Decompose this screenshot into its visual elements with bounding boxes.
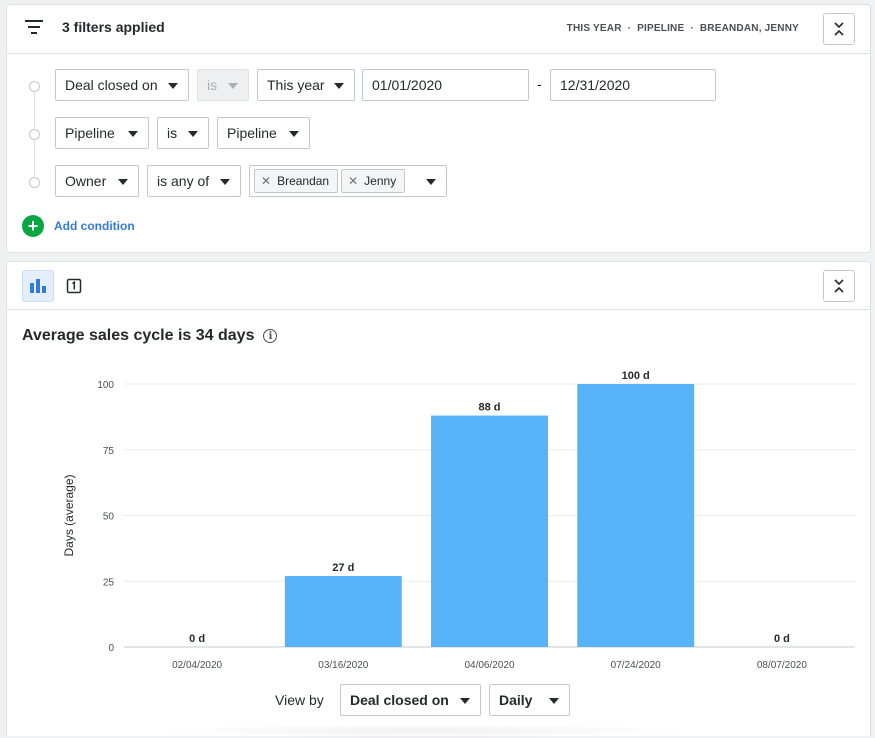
y-tick-label: 50 [103, 512, 115, 523]
y-tick-label: 75 [103, 446, 115, 457]
collapse-filters-button[interactable] [823, 13, 855, 45]
chevron-down-icon [334, 83, 344, 89]
chevron-down-icon [228, 83, 238, 89]
condition-dot [29, 177, 40, 188]
bar-data-label: 0 d [189, 633, 205, 645]
bar-data-label: 88 d [478, 402, 500, 414]
chevron-down-icon [220, 179, 230, 185]
single-number-icon [66, 278, 82, 294]
x-tick-label: 08/07/2020 [757, 660, 807, 671]
bar-chart: 0 25 50 75 100 Days (average) 0 d 02/04/2020 27 … [62, 370, 855, 671]
number-view-button[interactable] [58, 270, 90, 302]
filters-panel: Deal closed on is This year 01/01/2020 -… [6, 53, 871, 253]
filters-header: 3 filters applied THIS YEAR · PIPELINE · BRE… [6, 4, 871, 54]
owner-multiselect[interactable]: ✕ Breandan ✕ Jenny [249, 165, 447, 197]
y-tick-label: 25 [103, 577, 115, 588]
chart-toolbar [7, 262, 870, 310]
bar-data-label: 0 d [774, 633, 790, 645]
field-select-pipeline[interactable]: Pipeline [55, 117, 149, 149]
collapse-icon [834, 279, 844, 293]
view-by-label: View by [275, 692, 324, 708]
remove-chip-icon[interactable]: ✕ [348, 175, 358, 187]
summary-pipeline: PIPELINE [637, 23, 685, 34]
filters-summary: THIS YEAR · PIPELINE · BREANDAN, JENNY [566, 23, 799, 34]
report-chart-panel: Average sales cycle is 34 days i 0 25 50 75… [6, 261, 871, 738]
x-tick-label: 07/24/2020 [611, 660, 661, 671]
date-to-input[interactable]: 12/31/2020 [550, 69, 716, 101]
chart-title-text: Average sales cycle is 34 days [22, 327, 255, 344]
filter-icon [25, 20, 43, 36]
view-by-field-select[interactable]: Deal closed on [340, 684, 481, 716]
x-tick-label: 02/04/2020 [172, 660, 222, 671]
bar [284, 575, 402, 647]
y-axis-label: Days (average) [62, 474, 76, 556]
field-select-deal-closed[interactable]: Deal closed on [55, 69, 189, 101]
view-by-controls: View by Deal closed on Daily [7, 684, 870, 716]
bar-data-label: 100 d [622, 370, 650, 382]
date-range-separator: - [537, 76, 542, 92]
owner-chip-breandan: ✕ Breandan [254, 169, 339, 193]
operator-select-is[interactable]: is [157, 117, 209, 149]
chevron-down-icon [118, 179, 128, 185]
chevron-down-icon [128, 131, 138, 137]
operator-select-is-any-of[interactable]: is any of [147, 165, 241, 197]
chevron-down-icon [460, 698, 470, 704]
collapse-icon [834, 22, 844, 36]
plus-circle-icon: + [22, 215, 44, 237]
chevron-down-icon [188, 131, 198, 137]
condition-dot [29, 129, 40, 140]
chevron-down-icon [289, 131, 299, 137]
x-tick-label: 04/06/2020 [464, 660, 514, 671]
pipeline-value-select[interactable]: Pipeline [217, 117, 310, 149]
y-tick-label: 0 [108, 643, 114, 654]
collapse-chart-button[interactable] [823, 270, 855, 302]
condition-dot [29, 81, 40, 92]
y-tick-label: 100 [97, 380, 114, 391]
x-tick-label: 03/16/2020 [318, 660, 368, 671]
summary-owners: BREANDAN, JENNY [699, 23, 799, 34]
chevron-down-icon [168, 83, 178, 89]
add-condition-button[interactable]: + Add condition [22, 215, 135, 237]
add-condition-label: Add condition [54, 219, 135, 233]
bar [431, 415, 548, 647]
info-icon[interactable]: i [263, 329, 278, 343]
chevron-down-icon [426, 179, 436, 185]
view-by-interval-select[interactable]: Daily [489, 684, 570, 716]
bar [577, 384, 695, 647]
date-from-input[interactable]: 01/01/2020 [362, 69, 529, 101]
bar-chart-icon [30, 279, 46, 293]
filters-count-title: 3 filters applied [62, 19, 165, 35]
summary-date: THIS YEAR [566, 23, 622, 34]
operator-select-is-disabled: is [197, 69, 249, 101]
field-select-owner[interactable]: Owner [55, 165, 139, 197]
chart-title: Average sales cycle is 34 days i [22, 327, 278, 345]
chevron-down-icon [549, 698, 559, 704]
remove-chip-icon[interactable]: ✕ [261, 175, 271, 187]
date-range-select[interactable]: This year [257, 69, 355, 101]
owner-chip-jenny: ✕ Jenny [341, 169, 406, 193]
bar-chart-view-button[interactable] [22, 270, 54, 302]
bar-data-label: 27 d [332, 562, 354, 574]
